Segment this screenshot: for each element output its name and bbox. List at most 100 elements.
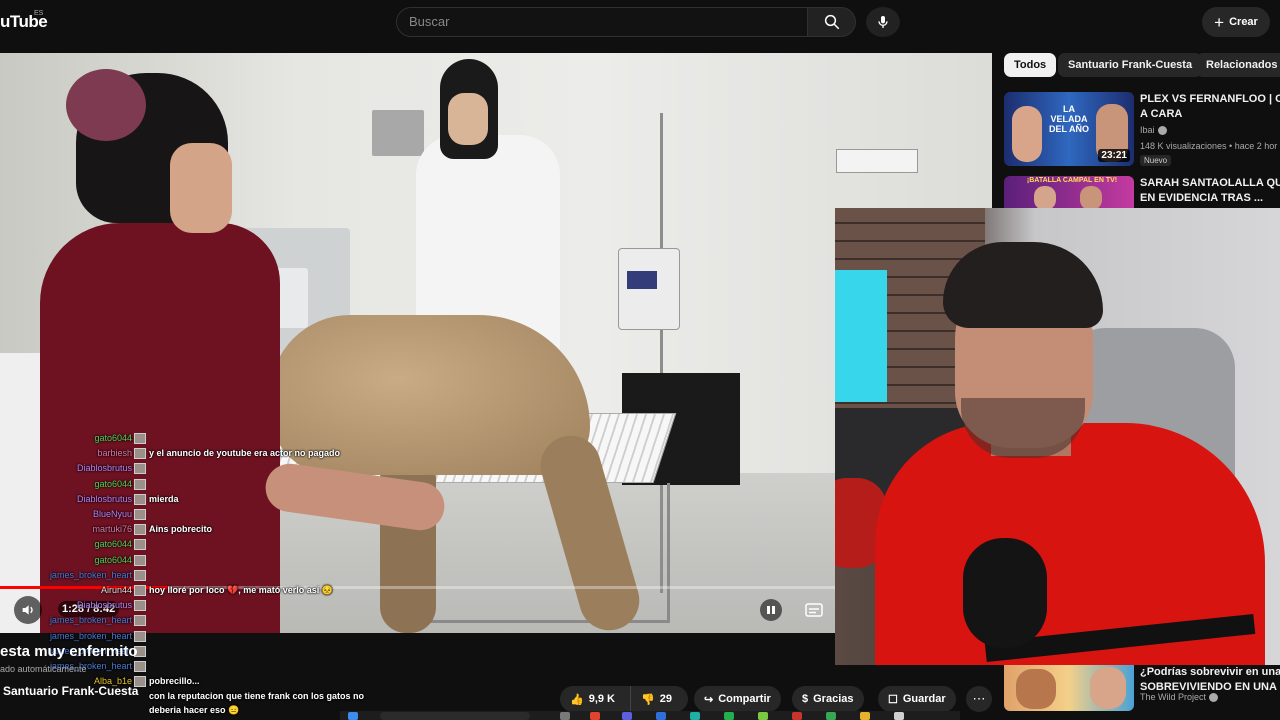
more-actions-button[interactable]: ⋯ [966, 686, 992, 712]
more-icon: ⋯ [972, 691, 986, 706]
new-badge: Nuevo [1140, 155, 1172, 166]
recommendation-title[interactable]: PLEX VS FERNANFLOO | CAR A CARA [1140, 92, 1280, 122]
like-count: 9,9 K [588, 693, 615, 705]
pause-icon [767, 606, 775, 614]
recommendation-meta: 148 K visualizaciones • hace 2 hor [1140, 141, 1278, 151]
search-button[interactable] [808, 7, 856, 37]
chat-username[interactable]: Diablosbrutus [77, 598, 132, 613]
thumbnail-text: ¡BATALLA CAMPAL EN TV! [1026, 177, 1118, 184]
chat-text: hoy lloré por loco 💔, me mató verlo así … [149, 585, 333, 595]
recommendation-item[interactable]: ¡BATALLA CAMPAL EN TV! SARAH SANTAOLALLA… [1004, 176, 1280, 208]
chat-avatar-icon [134, 448, 146, 460]
thanks-label: Gracias [813, 693, 854, 705]
recommendation-item[interactable]: ¿Podrías sobrevivir en una isla? SOBREVI… [1004, 665, 1280, 711]
chat-username[interactable]: gato6044 [94, 537, 132, 552]
video-frame-scrunchie [66, 69, 146, 141]
chat-username[interactable]: gato6044 [94, 431, 132, 446]
chat-message: martuki76 Ains pobrecito [0, 522, 380, 537]
chat-username[interactable]: martuki76 [92, 522, 132, 537]
verified-icon [1157, 126, 1167, 136]
chat-avatar-icon [134, 569, 146, 581]
chat-username[interactable]: barbiesh [97, 446, 132, 461]
chat-username[interactable]: james_broken_heart [50, 613, 132, 628]
file-explorer-icon[interactable] [860, 712, 870, 720]
teams-icon[interactable] [622, 712, 632, 720]
chat-message: james_broken_heart [0, 568, 380, 583]
channel-name[interactable]: Santuario Frank-Cuesta [3, 684, 138, 698]
chat-username[interactable]: james_broken_heart [50, 629, 132, 644]
chat-username[interactable]: gato6044 [94, 553, 132, 568]
dislike-button[interactable]: 👎 29 [630, 686, 688, 712]
chat-avatar-icon [134, 661, 146, 672]
taskbar-search-icon[interactable] [380, 712, 530, 720]
app-icon[interactable] [894, 712, 904, 720]
chat-message: Airun44 hoy lloré por loco 💔, me mató ver… [0, 583, 380, 598]
recommendation-thumbnail[interactable] [1004, 665, 1134, 711]
app-icon[interactable] [758, 712, 768, 720]
chat-text: Ains pobrecito [149, 524, 213, 535]
recommendation-channel[interactable]: Ibai [1140, 125, 1167, 136]
recommendation-thumbnail[interactable]: LA VELADA DEL AÑO 23:21 [1004, 92, 1134, 166]
chat-message: Diablosbrutus [0, 598, 380, 613]
thumbnail-person-left [1012, 106, 1042, 162]
chat-message: gato6044 [0, 477, 380, 492]
video-frame-outlet [372, 110, 424, 156]
chat-username[interactable]: james_broken_heart [50, 568, 132, 583]
chat-message: gato6044 [0, 553, 380, 568]
recommendation-title-line2: EN EVIDENCIA TRAS ... [1140, 192, 1264, 204]
video-duration: 23:21 [1098, 149, 1130, 162]
video-frame-infusion-pump [618, 248, 680, 330]
chat-username[interactable]: Diablosbrutus [77, 461, 132, 476]
plus-icon: + [1214, 12, 1225, 32]
webcam-monitor [835, 270, 887, 402]
chip-todos[interactable]: Todos [1004, 53, 1057, 77]
edge-icon[interactable] [690, 712, 700, 720]
chat-message: BlueNyuu [0, 507, 380, 522]
pause-button[interactable] [760, 599, 782, 621]
share-icon: ↪ [704, 693, 714, 706]
search-input[interactable]: Buscar [396, 7, 808, 37]
thumbnail-person-right [1080, 186, 1102, 208]
chat-avatar-icon [134, 509, 146, 520]
voice-search-button[interactable] [866, 7, 900, 37]
subtitles-button[interactable] [802, 599, 826, 621]
app-icon[interactable] [792, 712, 802, 720]
chat-text: pobrecillo... [149, 676, 200, 687]
microphone-icon [878, 16, 888, 28]
thumbs-up-icon: 👍 [570, 693, 584, 706]
chat-username[interactable]: BlueNyuu [93, 507, 132, 522]
recommendation-thumbnail[interactable]: ¡BATALLA CAMPAL EN TV! [1004, 176, 1134, 208]
create-button[interactable]: + Crear [1202, 7, 1270, 37]
app-icon[interactable] [656, 712, 666, 720]
save-label: Guardar [902, 693, 946, 705]
subtitles-icon [805, 603, 823, 617]
save-button[interactable]: ☐ Guardar [878, 686, 956, 712]
recommendation-title[interactable]: ¿Podrías sobrevivir en una isla? SOBREVI… [1140, 665, 1280, 695]
thanks-button[interactable]: $ Gracias [792, 686, 864, 712]
chat-text: y el anuncio de youtube era actor no pag… [149, 448, 341, 459]
chat-text: mierda [149, 493, 179, 504]
chat-message: james_broken_heart [0, 613, 380, 628]
recommendation-channel[interactable]: The Wild Project [1140, 692, 1219, 703]
spotify-icon[interactable] [724, 712, 734, 720]
chat-avatar-icon [134, 554, 146, 566]
share-button[interactable]: ↪ Compartir [694, 686, 781, 712]
chat-username[interactable]: gato6044 [94, 477, 132, 492]
recommendation-item[interactable]: LA VELADA DEL AÑO 23:21 PLEX VS FERNANFL… [1004, 92, 1280, 172]
search-icon [824, 14, 839, 30]
chat-username[interactable]: Diablosbrutus [77, 492, 132, 507]
chat-avatar-icon [134, 630, 146, 642]
task-view-icon[interactable] [560, 712, 570, 720]
whatsapp-icon[interactable] [826, 712, 836, 720]
chat-avatar-icon [134, 600, 146, 612]
os-taskbar [340, 711, 960, 720]
windows-start-icon[interactable] [348, 712, 358, 720]
chat-message: gato6044 [0, 431, 380, 446]
chat-username[interactable]: Airun44 [101, 583, 132, 598]
chrome-icon[interactable] [590, 712, 600, 720]
chip-santuario[interactable]: Santuario Frank-Cuesta [1058, 53, 1203, 77]
chip-relacionados[interactable]: Relacionados [1196, 53, 1280, 77]
video-frame-pump-screen [627, 271, 657, 289]
recommendation-title[interactable]: SARAH SANTAOLALLA QUED EN EVIDENCIA TRAS… [1140, 176, 1280, 206]
video-title: esta muy enfermito [0, 643, 138, 660]
